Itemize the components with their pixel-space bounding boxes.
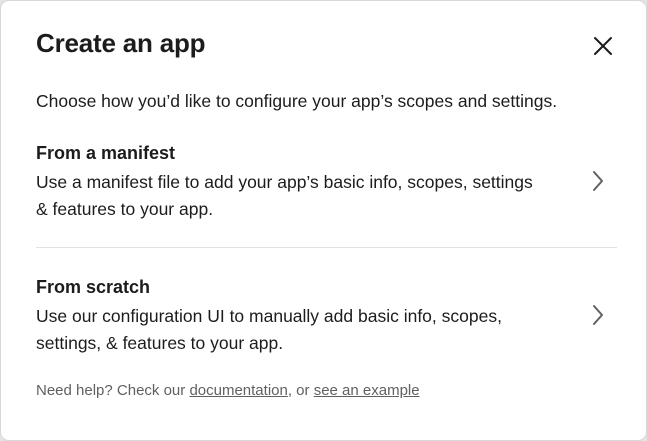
- modal-title: Create an app: [36, 28, 206, 58]
- close-button[interactable]: [585, 28, 621, 64]
- close-icon: [594, 37, 612, 55]
- option-description: Use a manifest file to add your app’s ba…: [36, 172, 533, 219]
- chevron-right-icon: [593, 171, 603, 191]
- option-description: Use our configuration UI to manually add…: [36, 306, 502, 353]
- create-app-modal: Create an app Choose how you’d like to c…: [0, 0, 647, 441]
- chevron-right-icon: [593, 305, 603, 325]
- help-prefix: Need help? Check our: [36, 382, 190, 399]
- from-scratch-option[interactable]: From scratch Use our configuration UI to…: [36, 275, 617, 359]
- option-title: From a manifest: [36, 143, 176, 163]
- help-text: Need help? Check our documentation, or s…: [36, 381, 420, 401]
- help-separator: , or: [287, 382, 314, 399]
- options-divider: [36, 247, 617, 248]
- from-manifest-option[interactable]: From a manifest Use a manifest file to a…: [36, 141, 617, 225]
- option-title: From scratch: [36, 277, 151, 297]
- documentation-link[interactable]: documentation: [189, 382, 287, 399]
- see-example-link[interactable]: see an example: [314, 382, 420, 399]
- modal-subtitle: Choose how you’d like to configure your …: [36, 91, 558, 111]
